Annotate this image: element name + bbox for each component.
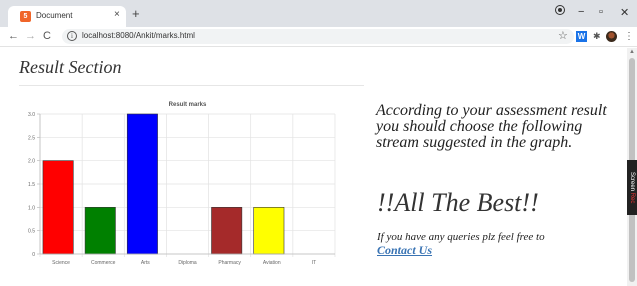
minimize-icon[interactable]: − <box>578 6 584 18</box>
reload-icon[interactable]: C <box>43 30 51 42</box>
close-window-icon[interactable]: ✕ <box>620 6 629 19</box>
close-tab-icon[interactable]: × <box>114 9 120 20</box>
tab-document[interactable]: 5 Document × <box>8 6 126 27</box>
maximize-icon[interactable]: ▫ <box>599 6 603 18</box>
result-chart: Result marks 0 0.5 1.0 1.5 2.0 2.5 3.0 Science Co… <box>20 96 340 277</box>
x-tick-label: Science <box>52 260 70 266</box>
y-tick-label: 1.0 <box>28 205 35 211</box>
browser-menu-icon[interactable]: ⋮ <box>624 31 634 42</box>
all-the-best-heading: !!All The Best!! <box>377 188 539 217</box>
extension-w-icon[interactable]: W <box>576 31 587 42</box>
y-tick-label: 0 <box>32 252 35 258</box>
bookmark-star-icon[interactable]: ☆ <box>558 29 568 42</box>
new-tab-icon[interactable]: + <box>132 7 140 20</box>
page-title: Result Section <box>19 57 122 77</box>
x-tick-label: Pharmacy <box>218 260 241 266</box>
extensions-puzzle-icon[interactable]: ✱ <box>593 31 603 42</box>
forward-arrow-icon[interactable]: → <box>25 30 36 42</box>
result-chart-svg: Result marks 0 0.5 1.0 1.5 2.0 2.5 3.0 Science Co… <box>28 102 336 266</box>
info-icon[interactable]: i <box>67 31 77 41</box>
title-divider <box>19 85 364 86</box>
url-text: localhost:8080/Ankit/marks.html <box>82 31 195 40</box>
profile-dot-icon[interactable] <box>555 5 565 17</box>
browser-toolbar: ← → C i localhost:8080/Ankit/marks.html … <box>0 27 637 47</box>
screen-rec-label: Screen <box>629 171 635 191</box>
x-tick-label: Arts <box>141 260 150 266</box>
x-tick-label: Aviation <box>263 260 281 266</box>
html5-favicon-icon: 5 <box>20 11 31 22</box>
profile-avatar[interactable] <box>606 31 617 42</box>
y-tick-label: 3.0 <box>28 112 35 118</box>
bar-arts <box>126 113 158 255</box>
screen-rec-badge[interactable]: Screen Rec <box>627 160 637 215</box>
bar-commerce <box>84 207 116 255</box>
bar-pharmacy <box>211 207 243 255</box>
y-tick-label: 1.5 <box>28 182 35 188</box>
bar-aviation <box>253 207 285 255</box>
address-bar[interactable]: i localhost:8080/Ankit/marks.html ☆ <box>62 29 574 44</box>
y-tick-label: 0.5 <box>28 229 35 235</box>
tab-title: Document <box>36 11 73 20</box>
x-tick-label: Commerce <box>91 260 116 266</box>
contact-us-link[interactable]: Contact Us <box>377 243 432 258</box>
x-tick-label: Diploma <box>178 260 197 266</box>
back-arrow-icon[interactable]: ← <box>8 30 19 42</box>
bar-science <box>42 160 74 255</box>
tab-bar: 5 Document × + − ▫ ✕ <box>0 0 637 27</box>
recommendation-message: According to your assessment result you … <box>376 102 607 151</box>
queries-text: If you have any queries plz feel free to <box>377 231 545 243</box>
x-tick-label: IT <box>312 260 316 266</box>
screen-rec-label-accent: Rec <box>629 192 635 204</box>
y-tick-label: 2.0 <box>28 159 35 165</box>
scroll-up-arrow-icon[interactable]: ▲ <box>629 49 635 55</box>
y-tick-label: 2.5 <box>28 135 35 141</box>
chart-title: Result marks <box>169 102 207 108</box>
